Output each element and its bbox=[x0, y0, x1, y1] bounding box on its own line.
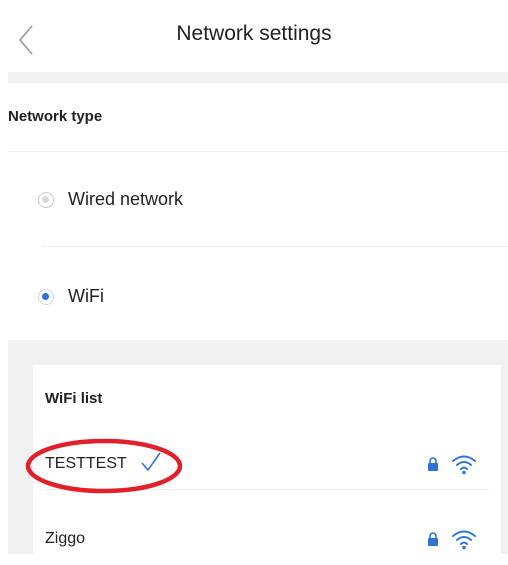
wifi-network-row-ziggo[interactable]: Ziggo bbox=[33, 515, 501, 565]
wifi-list-card: WiFi list TESTTEST Ziggo bbox=[33, 365, 501, 565]
divider bbox=[45, 489, 489, 490]
lock-icon bbox=[428, 457, 438, 471]
radio-button-unselected[interactable] bbox=[38, 192, 54, 208]
radio-button-selected[interactable] bbox=[38, 289, 54, 305]
wifi-signal-icon bbox=[452, 455, 476, 475]
divider bbox=[42, 246, 508, 247]
divider bbox=[8, 151, 508, 152]
wifi-network-row-testtest[interactable]: TESTTEST bbox=[33, 440, 501, 490]
page-title: Network settings bbox=[176, 22, 332, 45]
wifi-list-heading: WiFi list bbox=[45, 390, 103, 407]
wifi-signal-icon bbox=[452, 530, 476, 550]
wifi-list-area: WiFi list TESTTEST Ziggo bbox=[8, 340, 508, 565]
wifi-ssid: Ziggo bbox=[45, 530, 86, 547]
radio-label-wired-network: Wired network bbox=[68, 189, 184, 209]
section-separator bbox=[8, 72, 508, 83]
wifi-ssid: TESTTEST bbox=[45, 455, 127, 472]
checkmark-icon bbox=[141, 452, 161, 472]
header-bar: Network settings bbox=[0, 0, 508, 72]
lock-icon bbox=[428, 532, 438, 546]
network-type-heading: Network type bbox=[8, 108, 103, 125]
radio-label-wifi: WiFi bbox=[68, 286, 104, 306]
